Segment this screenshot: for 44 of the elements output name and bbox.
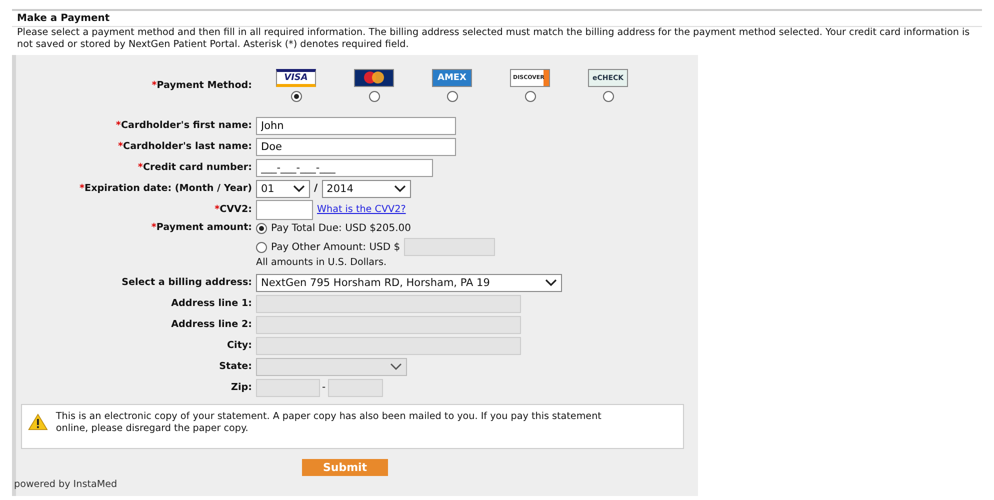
card-logo[interactable]: VISA bbox=[276, 68, 316, 86]
field-label: *Payment Method: bbox=[150, 80, 252, 90]
month-select[interactable]: 01 bbox=[256, 180, 310, 198]
card-number-field[interactable]: ___-___-___-___ bbox=[256, 158, 433, 176]
field-label: Zip: bbox=[230, 382, 252, 393]
field-label: *Cardholder's first name: bbox=[114, 120, 252, 131]
notice-text: This is an electronic copy of your statement. A paper copy has also been mailed to you. If you pay this statement online, please disregard the paper copy. bbox=[56, 411, 602, 435]
radio-button[interactable] bbox=[290, 90, 302, 102]
radio-button[interactable] bbox=[368, 90, 380, 102]
billing-address-select[interactable]: NextGen 795 Horsham RD, Horsham, PA 19 bbox=[256, 274, 562, 292]
field-label: *Credit card number: bbox=[136, 162, 252, 173]
section-title: Make a Payment bbox=[17, 13, 110, 24]
field-label: Address line 1: bbox=[170, 298, 252, 309]
field-label: Select a billing address: bbox=[120, 277, 252, 288]
card-logo[interactable] bbox=[354, 68, 394, 86]
powered-by-text: powered by InstaMed bbox=[14, 479, 118, 490]
chevron-icon bbox=[390, 362, 402, 370]
card-logo[interactable]: AMEX bbox=[432, 68, 472, 86]
field-label: *CVV2: bbox=[214, 204, 252, 215]
option-label: Pay Total Due: USD $205.00 bbox=[271, 223, 411, 234]
option-label: Pay Other Amount: USD $ bbox=[271, 242, 400, 252]
field-label: City: bbox=[226, 340, 252, 351]
zip-separator: - bbox=[322, 382, 326, 393]
year-select[interactable]: 2014 bbox=[322, 180, 411, 198]
chevron-icon bbox=[545, 278, 557, 286]
field-label: *Cardholder's last name: bbox=[117, 141, 252, 152]
chevron-icon bbox=[293, 184, 305, 192]
field-label: *Payment amount: bbox=[150, 221, 252, 233]
cvv-field[interactable] bbox=[256, 200, 313, 220]
radio-button[interactable] bbox=[446, 90, 458, 102]
currency-note: All amounts in U.S. Dollars. bbox=[256, 257, 388, 268]
radio-button[interactable] bbox=[524, 90, 536, 102]
instructions-text: Please select a payment method and then fill in all required information. The billing address selected must match the billing address for the payment method selected. Your credit card information is not saved or stored by NextGen Patient Portal. Asterisk (*) denotes required field. bbox=[12, 26, 982, 51]
radio-button[interactable] bbox=[602, 90, 614, 102]
field-label: *Expiration date: (Month / Year) bbox=[78, 183, 252, 194]
radio-button[interactable] bbox=[256, 223, 267, 234]
text-field[interactable]: Doe bbox=[256, 138, 456, 156]
date-separator: / bbox=[314, 183, 318, 194]
chevron-icon bbox=[394, 184, 406, 192]
radio-button[interactable] bbox=[256, 242, 267, 252]
field-label: Address line 2: bbox=[170, 319, 252, 330]
field-label: State: bbox=[218, 361, 252, 372]
cvv-help-link[interactable]: What is the CVV2? bbox=[317, 204, 406, 215]
warning-icon bbox=[28, 411, 48, 433]
